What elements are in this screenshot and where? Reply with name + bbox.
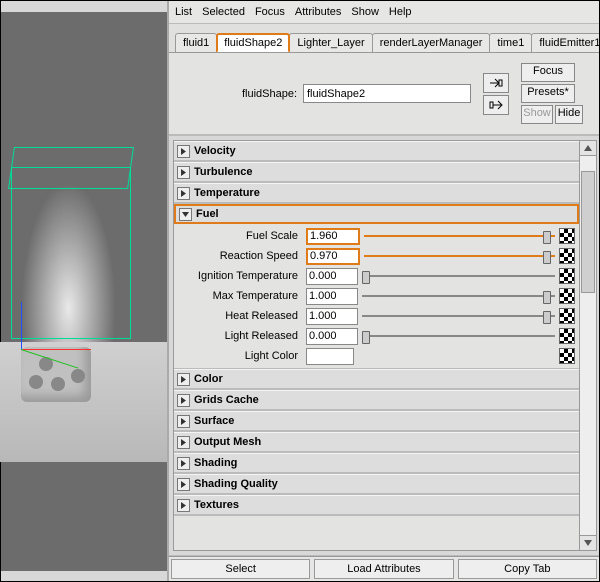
section-color-label: Color (194, 373, 223, 385)
map-button-icon[interactable] (559, 308, 575, 324)
node-type-label: fluidShape: (207, 88, 297, 100)
node-name-input[interactable] (303, 84, 471, 103)
viewport-3d[interactable] (1, 12, 167, 571)
light-released-input[interactable] (306, 328, 358, 345)
section-color[interactable]: Color (174, 369, 579, 389)
chevron-right-icon (177, 436, 190, 449)
bottom-bar: Select Load Attributes Copy Tab (169, 556, 599, 581)
section-output-mesh-label: Output Mesh (194, 436, 261, 448)
section-velocity[interactable]: Velocity (174, 141, 579, 161)
section-surface[interactable]: Surface (174, 411, 579, 431)
light-color-swatch[interactable] (306, 348, 354, 365)
scroll-down-icon[interactable] (580, 535, 596, 550)
section-velocity-label: Velocity (194, 145, 236, 157)
section-turbulence-label: Turbulence (194, 166, 252, 178)
node-tabs: fluid1 fluidShape2 Lighter_Layer renderL… (169, 24, 599, 53)
map-button-icon[interactable] (559, 288, 575, 304)
tab-fluid1[interactable]: fluid1 (175, 33, 217, 52)
focus-button[interactable]: Focus (521, 63, 575, 82)
reaction-speed-slider[interactable] (364, 249, 555, 263)
reaction-speed-label: Reaction Speed (178, 250, 302, 262)
tab-fluidshape2[interactable]: fluidShape2 (216, 33, 290, 53)
section-shading[interactable]: Shading (174, 453, 579, 473)
scrollbar-vertical[interactable] (579, 140, 597, 551)
fuel-scale-input[interactable] (306, 228, 360, 245)
menu-bar: List Selected Focus Attributes Show Help (169, 1, 599, 24)
chevron-right-icon (177, 478, 190, 491)
chevron-right-icon (177, 145, 190, 158)
attribute-panel: Velocity Turbulence Temperature Fuel Fue… (173, 140, 579, 551)
scroll-up-icon[interactable] (580, 141, 596, 156)
max-temperature-slider[interactable] (362, 289, 555, 303)
menu-show[interactable]: Show (351, 1, 379, 23)
heat-released-label: Heat Released (178, 310, 302, 322)
section-textures-label: Textures (194, 499, 239, 511)
menu-focus[interactable]: Focus (255, 1, 285, 23)
section-temperature-label: Temperature (194, 187, 260, 199)
menu-attributes[interactable]: Attributes (295, 1, 341, 23)
map-button-icon[interactable] (559, 348, 575, 364)
menu-help[interactable]: Help (389, 1, 412, 23)
section-fuel-label: Fuel (196, 208, 219, 220)
heat-released-slider[interactable] (362, 309, 555, 323)
section-shading-quality[interactable]: Shading Quality (174, 474, 579, 494)
heat-released-input[interactable] (306, 308, 358, 325)
input-connections-icon[interactable] (483, 73, 509, 93)
output-connections-icon[interactable] (483, 95, 509, 115)
tab-fluidemitter1[interactable]: fluidEmitter1 (531, 33, 599, 52)
map-button-icon[interactable] (559, 268, 575, 284)
copy-tab-button[interactable]: Copy Tab (458, 559, 597, 579)
select-button[interactable]: Select (171, 559, 310, 579)
max-temperature-label: Max Temperature (178, 290, 302, 302)
tab-renderlayermanager[interactable]: renderLayerManager (372, 33, 491, 52)
chevron-right-icon (177, 187, 190, 200)
chevron-right-icon (177, 499, 190, 512)
chevron-down-icon (179, 208, 192, 221)
light-color-label: Light Color (178, 350, 302, 362)
section-textures[interactable]: Textures (174, 495, 579, 515)
map-button-icon[interactable] (559, 248, 575, 264)
light-released-slider[interactable] (362, 329, 555, 343)
map-button-icon[interactable] (559, 328, 575, 344)
section-fuel-body: Fuel Scale Reaction Speed Ignition Tempe… (174, 224, 579, 368)
menu-list[interactable]: List (175, 1, 192, 23)
fuel-scale-slider[interactable] (364, 229, 555, 243)
hide-button[interactable]: Hide (555, 105, 583, 124)
scroll-thumb[interactable] (581, 171, 595, 293)
show-button[interactable]: Show (521, 105, 553, 124)
chevron-right-icon (177, 166, 190, 179)
section-shading-quality-label: Shading Quality (194, 478, 278, 490)
section-shading-label: Shading (194, 457, 237, 469)
menu-selected[interactable]: Selected (202, 1, 245, 23)
load-attributes-button[interactable]: Load Attributes (314, 559, 453, 579)
section-grids-cache-label: Grids Cache (194, 394, 259, 406)
ignition-temperature-slider[interactable] (362, 269, 555, 283)
map-button-icon[interactable] (559, 228, 575, 244)
chevron-right-icon (177, 373, 190, 386)
presets-button[interactable]: Presets* (521, 84, 575, 103)
tab-time1[interactable]: time1 (489, 33, 532, 52)
ignition-temperature-input[interactable] (306, 268, 358, 285)
section-surface-label: Surface (194, 415, 234, 427)
max-temperature-input[interactable] (306, 288, 358, 305)
node-name-bar: fluidShape: Focus Presets* Show Hide (169, 53, 599, 135)
reaction-speed-input[interactable] (306, 248, 360, 265)
chevron-right-icon (177, 457, 190, 470)
light-released-label: Light Released (178, 330, 302, 342)
section-fuel[interactable]: Fuel (174, 204, 579, 224)
chevron-right-icon (177, 415, 190, 428)
section-grids-cache[interactable]: Grids Cache (174, 390, 579, 410)
fuel-scale-label: Fuel Scale (178, 230, 302, 242)
chevron-right-icon (177, 394, 190, 407)
ignition-temperature-label: Ignition Temperature (178, 270, 302, 282)
section-output-mesh[interactable]: Output Mesh (174, 432, 579, 452)
tab-lighter-layer[interactable]: Lighter_Layer (289, 33, 372, 52)
section-turbulence[interactable]: Turbulence (174, 162, 579, 182)
section-temperature[interactable]: Temperature (174, 183, 579, 203)
